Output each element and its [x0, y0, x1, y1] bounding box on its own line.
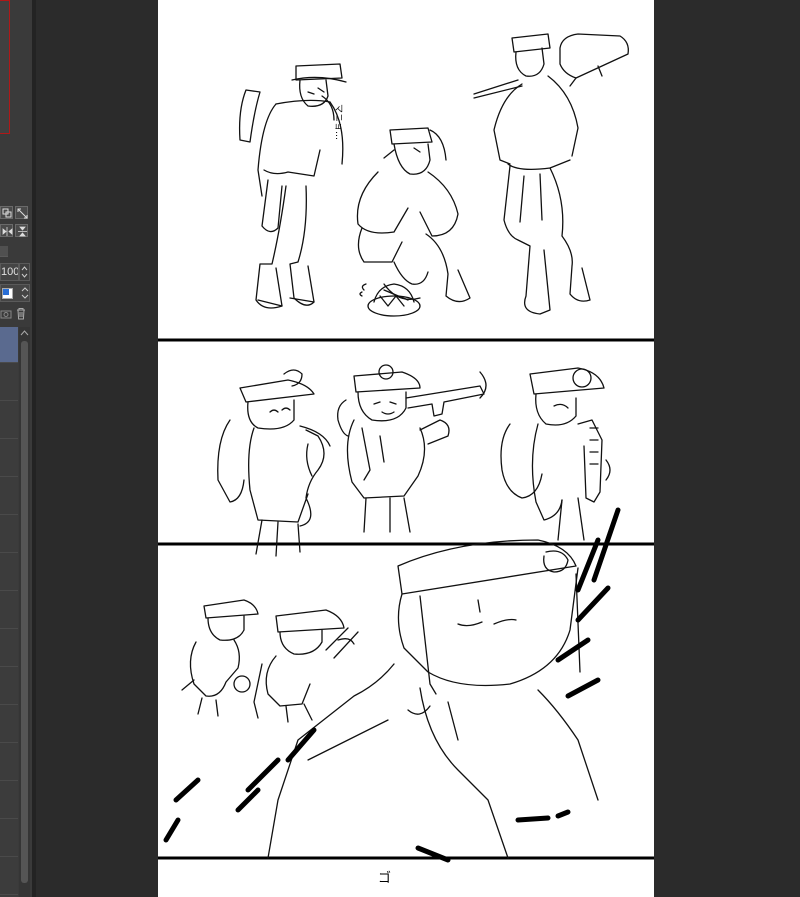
navigator-preview[interactable] [0, 0, 10, 134]
opacity-input[interactable]: 100 [0, 263, 19, 281]
layer-row[interactable] [0, 441, 18, 477]
panel-1-three-miners-standing: マニョ… [238, 33, 629, 317]
miner-right-with-launcher [473, 33, 629, 315]
layer-row[interactable] [0, 479, 18, 515]
copy-layer-icon[interactable] [0, 206, 13, 219]
miner-left-figure [238, 63, 347, 309]
chibi-miner-left [217, 369, 331, 557]
layer-scrollbar[interactable] [19, 327, 30, 897]
layer-color-select[interactable] [0, 284, 30, 302]
expand-icon[interactable] [15, 206, 28, 219]
flip-horizontal-icon[interactable] [0, 224, 13, 237]
opacity-spinner[interactable] [19, 263, 30, 281]
closeup-miner-portrait [267, 539, 599, 859]
layer-row[interactable] [0, 365, 18, 401]
panel-borders [158, 338, 654, 860]
opacity-value: 100 [1, 266, 19, 278]
camera-icon[interactable] [0, 308, 12, 320]
layer-row[interactable] [0, 555, 18, 591]
layer-row[interactable] [0, 517, 18, 553]
layer-row[interactable] [0, 783, 18, 819]
panel-3-closeup-miner-with-chibis [181, 539, 599, 859]
scroll-up-icon[interactable] [20, 329, 29, 337]
layer-row[interactable] [0, 821, 18, 857]
layer-row[interactable] [0, 669, 18, 705]
layer-list [0, 327, 18, 897]
layer-row[interactable] [0, 403, 18, 439]
layer-row[interactable] [0, 327, 18, 363]
chibi-miner-middle [337, 364, 487, 533]
layer-scroll-thumb[interactable] [21, 341, 28, 883]
miner-middle-crouching [356, 127, 471, 303]
layer-icon-row [0, 305, 30, 325]
chevron-updown-icon [21, 287, 29, 299]
manga-artwork: マニョ… ゴ [158, 33, 654, 886]
layer-row[interactable] [0, 593, 18, 629]
layer-row[interactable] [0, 631, 18, 667]
trash-icon[interactable] [15, 307, 27, 320]
layer-row[interactable] [0, 707, 18, 743]
color-swatch[interactable] [2, 288, 13, 299]
layer-row[interactable] [0, 745, 18, 781]
layer-row[interactable] [0, 859, 18, 895]
chibi-miner-small-left [181, 599, 259, 717]
panel-2-chibi-miners-with-tools [217, 364, 611, 557]
layer-tab[interactable] [0, 246, 8, 257]
sfx-text-1: マニョ… [333, 104, 343, 140]
color-swatch-fill [3, 289, 9, 295]
spinner-arrows-icon [21, 266, 28, 278]
sfx-text-2: ゴ [378, 870, 391, 886]
navigator-view-frame [0, 1, 10, 135]
layer-panel: 100 [0, 0, 32, 897]
chibi-miner-right [500, 367, 611, 541]
flip-vertical-icon[interactable] [15, 224, 28, 237]
manga-page[interactable]: マニョ… ゴ [158, 0, 654, 897]
